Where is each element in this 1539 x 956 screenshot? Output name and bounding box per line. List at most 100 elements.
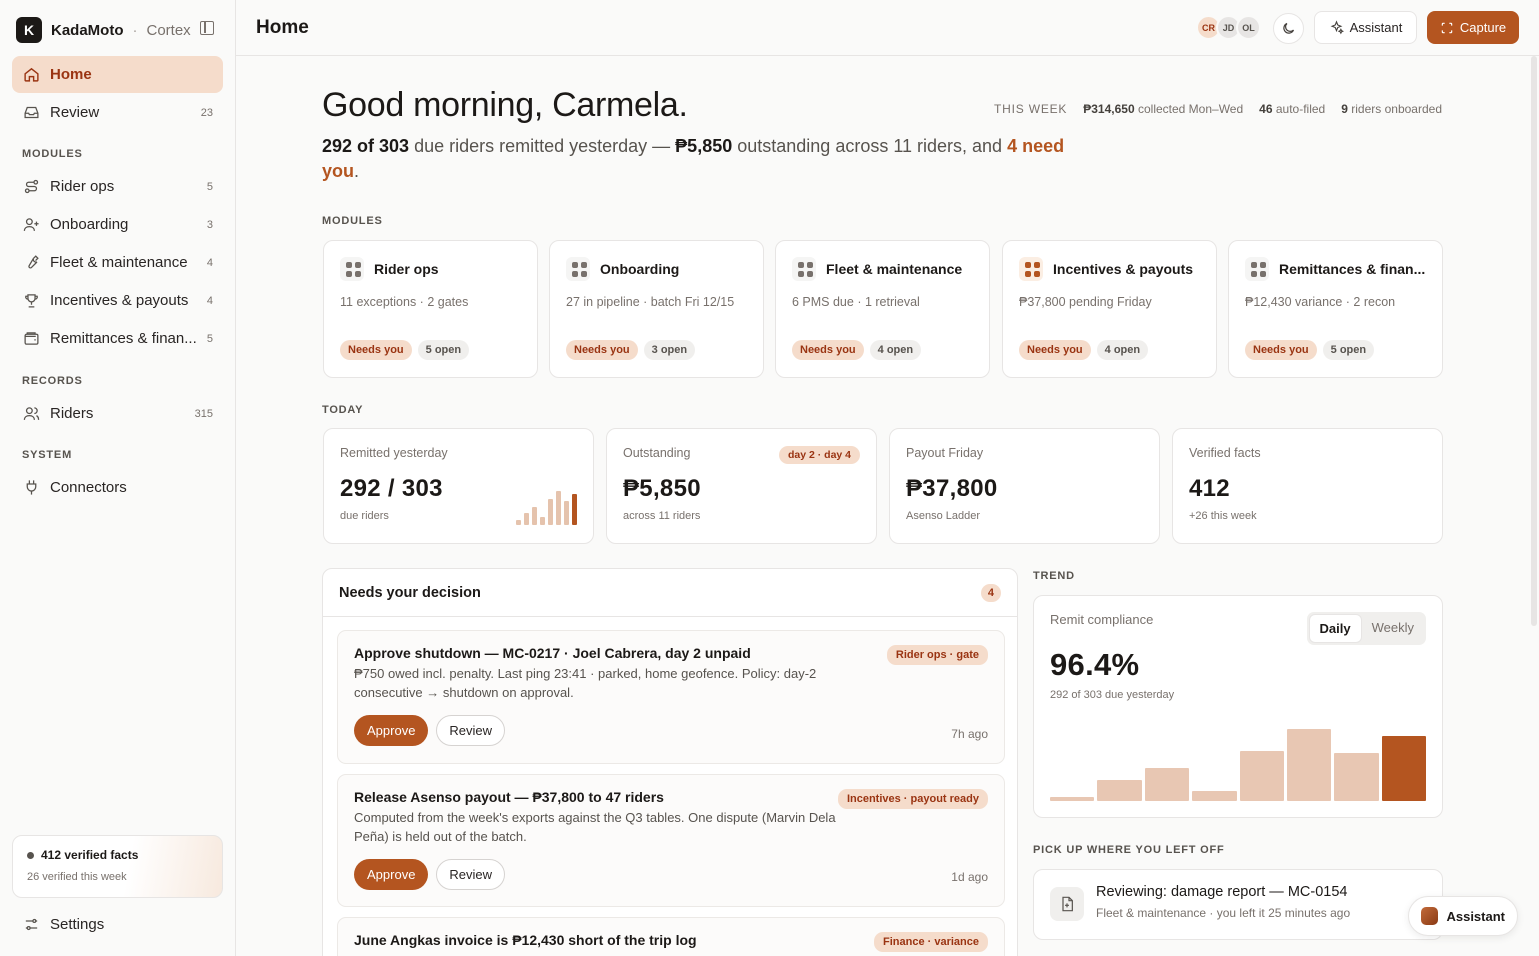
scrollbar[interactable] <box>1531 56 1537 626</box>
app-root: K KadaMoto · Cortex Home Review 23 MODUL… <box>0 0 1539 956</box>
wallet-icon <box>22 330 40 348</box>
decision-item[interactable]: Approve shutdown — MC-0217 · Joel Cabrer… <box>337 630 1005 764</box>
plug-icon <box>22 479 40 497</box>
kpi-outstanding[interactable]: Outstanding day 2 · day 4 ₱5,850 across … <box>606 428 877 544</box>
spark-bar <box>516 520 521 525</box>
kpi-remitted[interactable]: Remitted yesterday 292 / 303 due riders <box>323 428 594 544</box>
decision-item-tag: Incentives · payout ready <box>837 789 988 809</box>
module-card-rider-ops[interactable]: Rider ops 11 exceptions · 2 gates Needs … <box>323 240 538 378</box>
kpi-payout[interactable]: Payout Friday ₱37,800 Asenso Ladder <box>889 428 1160 544</box>
module-name: Remittances & finan... <box>1279 261 1426 277</box>
module-card-remittances[interactable]: Remittances & finan... ₱12,430 variance … <box>1228 240 1443 378</box>
sidebar-item-connectors[interactable]: Connectors <box>12 469 223 506</box>
facts-title: 412 verified facts <box>27 848 208 862</box>
kpi-sub: across 11 riders <box>623 510 701 522</box>
needs-you-badge: Needs you <box>1245 340 1317 360</box>
kpi-value: ₱37,800 <box>906 475 998 502</box>
trend-value: 96.4% <box>1050 647 1140 682</box>
module-card-onboarding[interactable]: Onboarding 27 in pipeline · batch Fri 12… <box>549 240 764 378</box>
section-today-title: TODAY <box>322 404 364 416</box>
section-system: SYSTEM <box>22 449 73 461</box>
decision-item[interactable]: Release Asenso payout — ₱37,800 to 47 ri… <box>337 774 1005 907</box>
decision-count-badge: 4 <box>980 583 1001 602</box>
kpi-sub: +26 this week <box>1189 510 1257 522</box>
approve-button[interactable]: Approve <box>354 715 429 746</box>
sidebar-item-settings[interactable]: Settings <box>12 906 223 943</box>
document-icon <box>1050 887 1084 921</box>
trend-bar <box>1144 768 1190 801</box>
collapse-sidebar-icon[interactable] <box>200 21 214 35</box>
sidebar-item-label: Rider ops <box>50 178 115 195</box>
brand[interactable]: K KadaMoto · Cortex <box>16 17 191 43</box>
sidebar-item-incentives[interactable]: Incentives & payouts 4 <box>12 282 223 319</box>
decision-item[interactable]: June Angkas invoice is ₱12,430 short of … <box>337 917 1005 956</box>
floating-assistant-button[interactable]: Assistant <box>1408 896 1518 936</box>
open-count-badge: 3 open <box>643 340 696 360</box>
module-icon <box>792 257 816 281</box>
module-desc: ₱37,800 pending Friday <box>1019 295 1152 309</box>
open-count-badge: 4 open <box>1096 340 1149 360</box>
sidebar-item-remittances[interactable]: Remittances & finan... 5 <box>12 320 223 357</box>
verified-facts-card[interactable]: 412 verified facts 26 verified this week <box>12 835 223 898</box>
sidebar-item-label: Remittances & finan... <box>50 330 197 347</box>
review-button[interactable]: Review <box>436 859 506 890</box>
sidebar-item-count: 23 <box>200 106 213 119</box>
capture-button[interactable]: Capture <box>1427 11 1519 44</box>
brand-product: Cortex <box>146 21 191 39</box>
avatar-group[interactable]: CR JD OL <box>1196 15 1261 40</box>
sliders-icon <box>22 916 40 934</box>
week-label: THIS WEEK <box>994 102 1068 116</box>
assistant-button[interactable]: Assistant <box>1314 11 1417 44</box>
decision-item-tag: Finance · variance <box>874 932 988 952</box>
pickup-card[interactable]: Reviewing: damage report — MC-0154 Fleet… <box>1033 869 1443 940</box>
section-pickup-title: PICK UP WHERE YOU LEFT OFF <box>1033 844 1225 856</box>
sidebar-item-fleet[interactable]: Fleet & maintenance 4 <box>12 244 223 281</box>
sidebar-item-label: Riders <box>50 405 94 422</box>
open-count-badge: 4 open <box>869 340 922 360</box>
module-icon <box>1019 257 1043 281</box>
trend-bar <box>1334 753 1379 801</box>
trend-bar <box>1097 780 1142 801</box>
week-autofiled: 46 auto-filed <box>1259 102 1326 116</box>
approve-button[interactable]: Approve <box>354 859 429 890</box>
avatar[interactable]: OL <box>1236 15 1261 40</box>
sidebar-item-rider-ops[interactable]: Rider ops 5 <box>12 168 223 205</box>
inbox-icon <box>22 104 40 122</box>
module-card-incentives[interactable]: Incentives & payouts ₱37,800 pending Fri… <box>1002 240 1217 378</box>
home-icon <box>22 66 40 84</box>
module-desc: 11 exceptions · 2 gates <box>340 295 469 309</box>
review-button[interactable]: Review <box>436 715 506 746</box>
sidebar-item-home[interactable]: Home <box>12 56 223 93</box>
sidebar-item-riders[interactable]: Riders 315 <box>12 395 223 432</box>
toggle-daily[interactable]: Daily <box>1308 614 1362 643</box>
sidebar-item-count: 4 <box>206 256 213 269</box>
topbar: Home CR JD OL Assistant Capture <box>236 0 1539 56</box>
theme-toggle-button[interactable] <box>1273 13 1304 44</box>
toggle-weekly[interactable]: Weekly <box>1362 614 1424 643</box>
trend-bar <box>1286 729 1332 801</box>
decision-item-body: ₱750 owed incl. penalty. Last ping 23:41… <box>354 666 817 700</box>
trend-card: Remit compliance Daily Weekly 96.4% 292 … <box>1033 595 1443 818</box>
kpi-verified-facts[interactable]: Verified facts 412 +26 this week <box>1172 428 1443 544</box>
open-count-badge: 5 open <box>417 340 470 360</box>
summary-line: 292 of 303 due riders remitted yesterday… <box>322 136 1065 181</box>
period-toggle[interactable]: Daily Weekly <box>1306 612 1426 645</box>
kpi-value: ₱5,850 <box>623 475 701 502</box>
needs-you-badge: Needs you <box>566 340 638 360</box>
floating-assistant-label: Assistant <box>1446 908 1505 924</box>
section-modules: MODULES <box>22 148 83 160</box>
decision-title: Needs your decision <box>339 584 481 601</box>
sidebar-item-onboarding[interactable]: Onboarding 3 <box>12 206 223 243</box>
sidebar-item-review[interactable]: Review 23 <box>12 94 223 131</box>
decision-panel: Needs your decision 4 Approve shutdown —… <box>322 568 1018 956</box>
sidebar-item-label: Review <box>50 104 100 121</box>
capture-icon <box>1441 22 1453 33</box>
trend-bar <box>1239 751 1284 801</box>
decision-item-body: Computed from the week's exports against… <box>354 810 836 844</box>
module-card-fleet[interactable]: Fleet & maintenance 6 PMS due · 1 retrie… <box>775 240 990 378</box>
capture-button-label: Capture <box>1459 20 1507 35</box>
section-trend-title: TREND <box>1033 570 1075 582</box>
decision-item-tag: Rider ops · gate <box>886 645 988 665</box>
module-name: Rider ops <box>374 261 439 277</box>
greeting: Good morning, Carmela. <box>322 86 688 124</box>
